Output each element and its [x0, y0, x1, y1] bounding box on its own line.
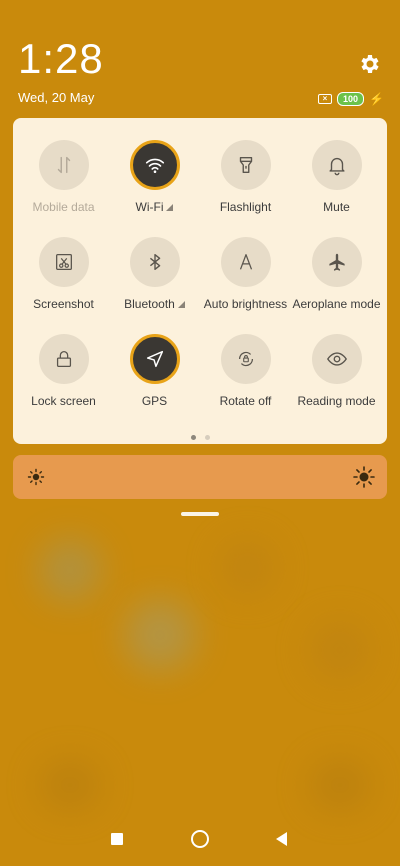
navigation-bar	[0, 816, 400, 866]
no-sim-icon: ×	[318, 94, 333, 104]
brightness-low-icon	[27, 468, 45, 486]
bluetooth-icon[interactable]	[129, 237, 180, 287]
tile-label: Wi-Fi	[136, 200, 174, 214]
tile-auto-brightness[interactable]: Auto brightness	[200, 237, 291, 315]
wifi-icon[interactable]	[129, 140, 180, 190]
charging-bolt-icon: ⚡	[369, 92, 384, 106]
panel-drag-handle[interactable]	[181, 512, 219, 516]
tile-label-text: Mobile data	[32, 200, 95, 214]
tile-label: GPS	[142, 394, 167, 408]
home-button[interactable]	[191, 830, 209, 848]
status-header: 1:28 Wed, 20 May	[18, 36, 104, 106]
recents-button[interactable]	[111, 833, 123, 845]
tile-label-text: Reading mode	[297, 394, 376, 408]
date[interactable]: Wed, 20 May	[18, 90, 104, 105]
clock[interactable]: 1:28	[18, 36, 104, 82]
expand-triangle-icon	[177, 300, 185, 308]
tile-screenshot[interactable]: Screenshot	[18, 237, 109, 315]
status-icons: × 100 ⚡	[318, 92, 384, 106]
quick-settings-grid: Mobile data Wi-Fi Flashlight Mute Screenshot…	[13, 140, 387, 412]
tile-lock-screen[interactable]: Lock screen	[18, 334, 109, 412]
background-blur	[310, 620, 370, 680]
location-arrow-icon[interactable]	[129, 334, 180, 384]
tile-reading-mode[interactable]: Reading mode	[291, 334, 382, 412]
battery-indicator: 100	[337, 92, 365, 106]
auto-brightness-icon[interactable]	[220, 237, 271, 287]
expand-triangle-icon	[166, 203, 174, 211]
airplane-icon[interactable]	[311, 237, 362, 287]
background-blur	[40, 540, 100, 600]
settings-gear-icon[interactable]	[358, 52, 382, 76]
screenshot-icon[interactable]	[38, 237, 89, 287]
tile-label: Bluetooth	[124, 297, 185, 311]
tile-label-text: Mute	[323, 200, 350, 214]
tile-label-text: Flashlight	[219, 200, 272, 214]
background-blur	[40, 760, 100, 810]
tile-label-text: Bluetooth	[124, 297, 175, 311]
tile-label-text: Lock screen	[31, 394, 96, 408]
background-blur	[220, 540, 275, 595]
back-button[interactable]	[276, 832, 287, 846]
tile-bluetooth[interactable]: Bluetooth	[109, 237, 200, 315]
tile-label: Rotate off	[220, 394, 272, 408]
tile-label: Mobile data	[32, 200, 94, 214]
lock-icon[interactable]	[38, 334, 89, 384]
tile-rotate-off[interactable]: Rotate off	[200, 334, 291, 412]
tile-label-text: Rotate off	[219, 394, 272, 408]
tile-mute[interactable]: Mute	[291, 140, 382, 218]
brightness-slider[interactable]	[13, 455, 387, 499]
tile-label: Reading mode	[297, 394, 375, 408]
background-blur	[125, 600, 195, 670]
tile-flashlight[interactable]: Flashlight	[200, 140, 291, 218]
mobile-data-icon[interactable]	[38, 140, 89, 190]
tile-label: Flashlight	[220, 200, 271, 214]
tile-label: Aeroplane mode	[292, 297, 380, 311]
tile-mobile-data[interactable]: Mobile data	[18, 140, 109, 218]
eye-icon[interactable]	[311, 334, 362, 384]
page-dot	[204, 435, 210, 440]
tile-label: Mute	[323, 200, 350, 214]
tile-label-text: GPS	[141, 394, 168, 408]
page-dot	[190, 435, 196, 440]
brightness-high-icon	[353, 466, 375, 488]
tile-label-text: Screenshot	[33, 297, 94, 311]
rotate-lock-icon[interactable]	[220, 334, 271, 384]
background-blur	[310, 760, 370, 810]
tile-gps[interactable]: GPS	[109, 334, 200, 412]
tile-label-text: Aeroplane mode	[292, 297, 381, 311]
tile-label-text: Auto brightness	[203, 297, 288, 311]
tile-label-text: Wi-Fi	[135, 200, 164, 214]
tile-aeroplane-mode[interactable]: Aeroplane mode	[291, 237, 382, 315]
page-indicator	[13, 435, 387, 440]
tile-label: Auto brightness	[204, 297, 287, 311]
tile-label: Screenshot	[33, 297, 94, 311]
tile-label: Lock screen	[31, 394, 96, 408]
tile-wi-fi[interactable]: Wi-Fi	[109, 140, 200, 218]
bell-icon[interactable]	[311, 140, 362, 190]
flashlight-icon[interactable]	[220, 140, 271, 190]
quick-settings-panel: Mobile data Wi-Fi Flashlight Mute Screenshot…	[13, 118, 387, 444]
